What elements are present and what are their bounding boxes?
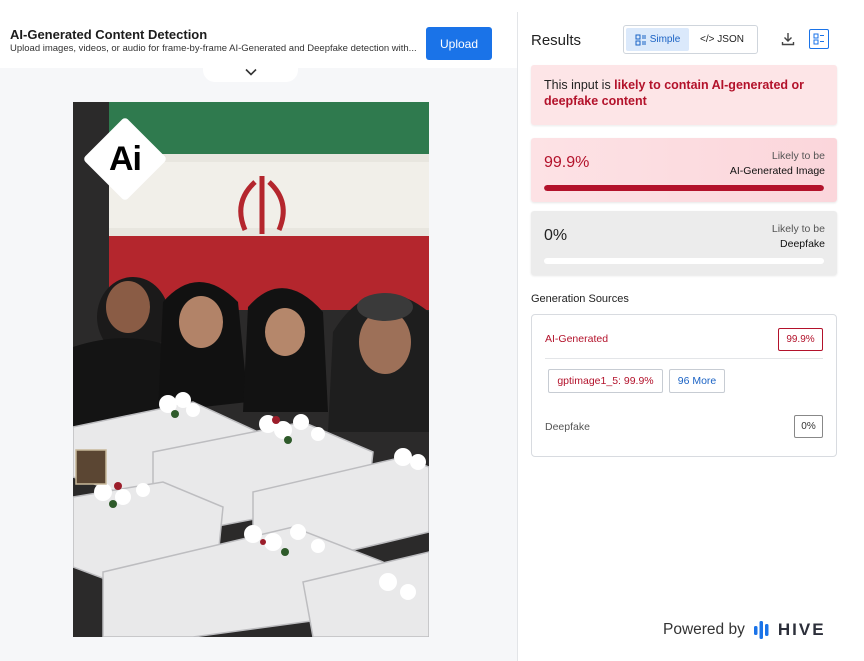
powered-by-text: Powered by	[663, 621, 745, 638]
json-view-label: </> JSON	[700, 34, 744, 45]
simple-view-label: Simple	[649, 34, 681, 45]
more-sources-button[interactable]: 96 More	[669, 369, 725, 393]
deepfake-score-caption: Likely to be	[771, 223, 825, 235]
hive-brand: HIVE	[777, 620, 826, 639]
layout-icon	[813, 33, 824, 45]
deepfake-score-percent: 0%	[544, 227, 568, 244]
ai-score-bar-fill	[544, 185, 824, 191]
deepfake-score-class: Deepfake	[780, 238, 825, 250]
deepfake-source-label: Deepfake	[545, 421, 590, 433]
results-title: Results	[531, 32, 582, 49]
list-view-icon	[635, 34, 646, 45]
simple-view-button[interactable]: Simple	[626, 28, 689, 51]
ai-generated-source-value: 99.9%	[778, 328, 823, 351]
ai-generated-score-card: 99.9% Likely to be AI-Generated Image	[531, 138, 837, 202]
page-subtitle: Upload images, videos, or audio for fram…	[10, 43, 417, 54]
verdict-alert: This input is likely to contain AI-gener…	[531, 65, 837, 125]
view-toggle: Simple </> JSON	[623, 25, 758, 54]
deepfake-score-bar	[544, 258, 824, 264]
generation-sources-title: Generation Sources	[531, 293, 629, 305]
input-pane: AI-Generated Content Detection Upload im…	[0, 0, 518, 661]
json-view-button[interactable]: </> JSON	[689, 28, 755, 51]
sources-divider	[545, 358, 823, 359]
collapse-header-toggle[interactable]	[203, 62, 298, 82]
verdict-prefix: This input is	[544, 78, 615, 92]
model-source-chip[interactable]: gptimage1_5: 99.9%	[548, 369, 663, 393]
ai-generated-source-label: AI-Generated	[545, 333, 609, 345]
layout-toggle-button[interactable]	[809, 29, 829, 49]
ai-badge-text: Ai	[109, 139, 142, 178]
powered-by-footer: Powered by HIVE	[663, 620, 826, 640]
hive-logo-icon	[753, 621, 769, 639]
deepfake-source-value: 0%	[794, 415, 823, 438]
upload-button[interactable]: Upload	[426, 27, 492, 60]
ai-score-caption: Likely to be	[771, 150, 825, 162]
ai-score-class: AI-Generated Image	[729, 165, 825, 177]
ai-score-bar	[544, 185, 824, 191]
input-header: AI-Generated Content Detection Upload im…	[0, 0, 518, 68]
chevron-down-icon	[244, 68, 257, 76]
ai-watermark-badge: Ai	[82, 116, 168, 202]
download-icon	[781, 33, 795, 46]
generation-sources-panel: AI-Generated 99.9% gptimage1_5: 99.9% 96…	[531, 314, 837, 457]
ai-score-percent: 99.9%	[544, 154, 590, 171]
deepfake-score-card: 0% Likely to be Deepfake	[531, 211, 837, 275]
download-button[interactable]	[778, 29, 798, 49]
page-title: AI-Generated Content Detection	[10, 27, 208, 42]
uploaded-image-preview: Ai	[73, 102, 429, 637]
results-pane: Results Simple </> JSON This input is li…	[518, 0, 864, 661]
